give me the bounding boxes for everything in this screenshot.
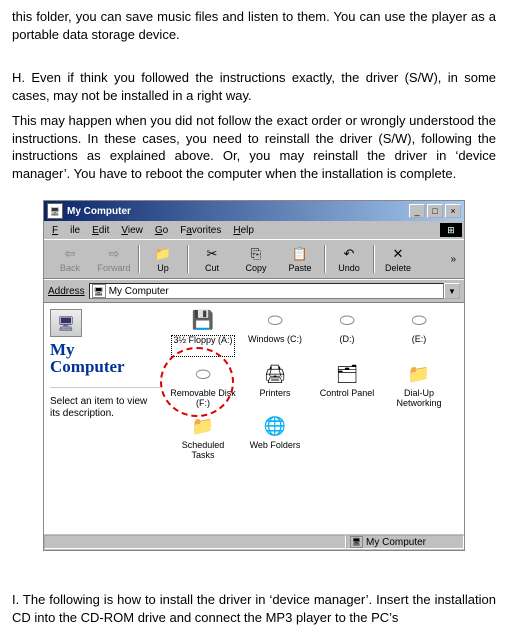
- copy-button[interactable]: ⎘ Copy: [234, 245, 278, 273]
- forward-arrow-icon: ⇨: [105, 245, 123, 263]
- window-titlebar: 🖥 My Computer _ □ ×: [44, 201, 464, 221]
- toolbar-overflow[interactable]: »: [446, 254, 460, 265]
- drive-e[interactable]: ⬭ (E:): [386, 309, 452, 357]
- close-button[interactable]: ×: [445, 204, 461, 218]
- drive-icon: ⬭: [261, 309, 289, 333]
- up-folder-icon: 📁: [154, 245, 172, 263]
- address-bar: Address 🖥 My Computer ▼: [44, 279, 464, 303]
- back-arrow-icon: ⇦: [61, 245, 79, 263]
- drive-d[interactable]: ⬭ (D:): [314, 309, 380, 357]
- copy-icon: ⎘: [247, 245, 265, 263]
- control-panel-icon: 🗂: [333, 363, 361, 387]
- my-computer-large-icon: 🖥: [50, 309, 82, 337]
- section-h-body: This may happen when you did not follow …: [12, 112, 496, 182]
- folder-control-panel[interactable]: 🗂 Control Panel: [314, 363, 380, 409]
- my-computer-icon: 🖥: [92, 284, 106, 298]
- content-area: 🖥 My Computer Select an item to view its…: [44, 303, 464, 533]
- toolbar: ⇦ Back ⇨ Forward 📁 Up ✂ Cut ⎘ Copy: [44, 239, 464, 279]
- up-button[interactable]: 📁 Up: [141, 245, 185, 273]
- menu-go[interactable]: Go: [149, 224, 174, 237]
- section-h-intro: H. Even if think you followed the instru…: [12, 69, 496, 104]
- menu-help[interactable]: Help: [227, 224, 260, 237]
- folder-printers[interactable]: 🖨 Printers: [242, 363, 308, 409]
- floppy-icon: 💾: [189, 309, 217, 333]
- cut-icon: ✂: [203, 245, 221, 263]
- screenshot-my-computer: 🖥 My Computer _ □ × File Edit View Go Fa…: [43, 200, 465, 551]
- drive-floppy[interactable]: 💾 3½ Floppy (A:): [170, 309, 236, 357]
- paste-icon: 📋: [291, 245, 309, 263]
- folder-scheduled-tasks[interactable]: 📁 Scheduled Tasks: [170, 415, 236, 461]
- drive-icon: ⬭: [333, 309, 361, 333]
- status-left: [44, 535, 346, 549]
- web-folders-icon: 🌐: [261, 415, 289, 439]
- pane-description: Select an item to view its description.: [50, 396, 160, 420]
- address-value: My Computer: [109, 286, 169, 297]
- body-text: this folder, you can save music files an…: [12, 8, 496, 43]
- menu-file[interactable]: File: [46, 224, 86, 237]
- folder-dialup[interactable]: 📁 Dial-Up Networking: [386, 363, 452, 409]
- minimize-button[interactable]: _: [409, 204, 425, 218]
- menu-bar: File Edit View Go Favorites Help ⊞: [44, 221, 464, 239]
- window-title: My Computer: [67, 206, 407, 217]
- removable-drive-icon: ⬭: [189, 363, 217, 387]
- drive-c[interactable]: ⬭ Windows (C:): [242, 309, 308, 357]
- dialup-icon: 📁: [405, 363, 433, 387]
- scheduled-tasks-icon: 📁: [189, 415, 217, 439]
- status-bar: 🖥 My Computer: [44, 533, 464, 550]
- status-right: 🖥 My Computer: [346, 535, 464, 549]
- menu-edit[interactable]: Edit: [86, 224, 115, 237]
- address-label: Address: [48, 286, 85, 297]
- drive-removable[interactable]: ⬭ Removable Disk (F:): [170, 363, 236, 409]
- pane-title: My Computer: [50, 341, 160, 375]
- delete-icon: ✕: [389, 245, 407, 263]
- undo-icon: ↶: [340, 245, 358, 263]
- address-dropdown[interactable]: ▼: [444, 283, 460, 299]
- menu-view[interactable]: View: [115, 224, 149, 237]
- windows-flag-icon: ⊞: [440, 223, 462, 237]
- section-i: I. The following is how to install the d…: [12, 591, 496, 626]
- icon-view: 💾 3½ Floppy (A:) ⬭ Windows (C:) ⬭ (D:) ⬭…: [166, 303, 464, 533]
- my-computer-icon: 🖥: [350, 536, 363, 548]
- my-computer-icon: 🖥: [47, 203, 63, 219]
- left-info-pane: 🖥 My Computer Select an item to view its…: [44, 303, 166, 533]
- cut-button[interactable]: ✂ Cut: [190, 245, 234, 273]
- back-button[interactable]: ⇦ Back: [48, 245, 92, 273]
- printers-icon: 🖨: [261, 363, 289, 387]
- drive-icon: ⬭: [405, 309, 433, 333]
- folder-web-folders[interactable]: 🌐 Web Folders: [242, 415, 308, 461]
- paste-button[interactable]: 📋 Paste: [278, 245, 322, 273]
- forward-button[interactable]: ⇨ Forward: [92, 245, 136, 273]
- address-field[interactable]: 🖥 My Computer: [89, 283, 444, 299]
- menu-favorites[interactable]: Favorites: [174, 224, 227, 237]
- delete-button[interactable]: ✕ Delete: [376, 245, 420, 273]
- undo-button[interactable]: ↶ Undo: [327, 245, 371, 273]
- maximize-button[interactable]: □: [427, 204, 443, 218]
